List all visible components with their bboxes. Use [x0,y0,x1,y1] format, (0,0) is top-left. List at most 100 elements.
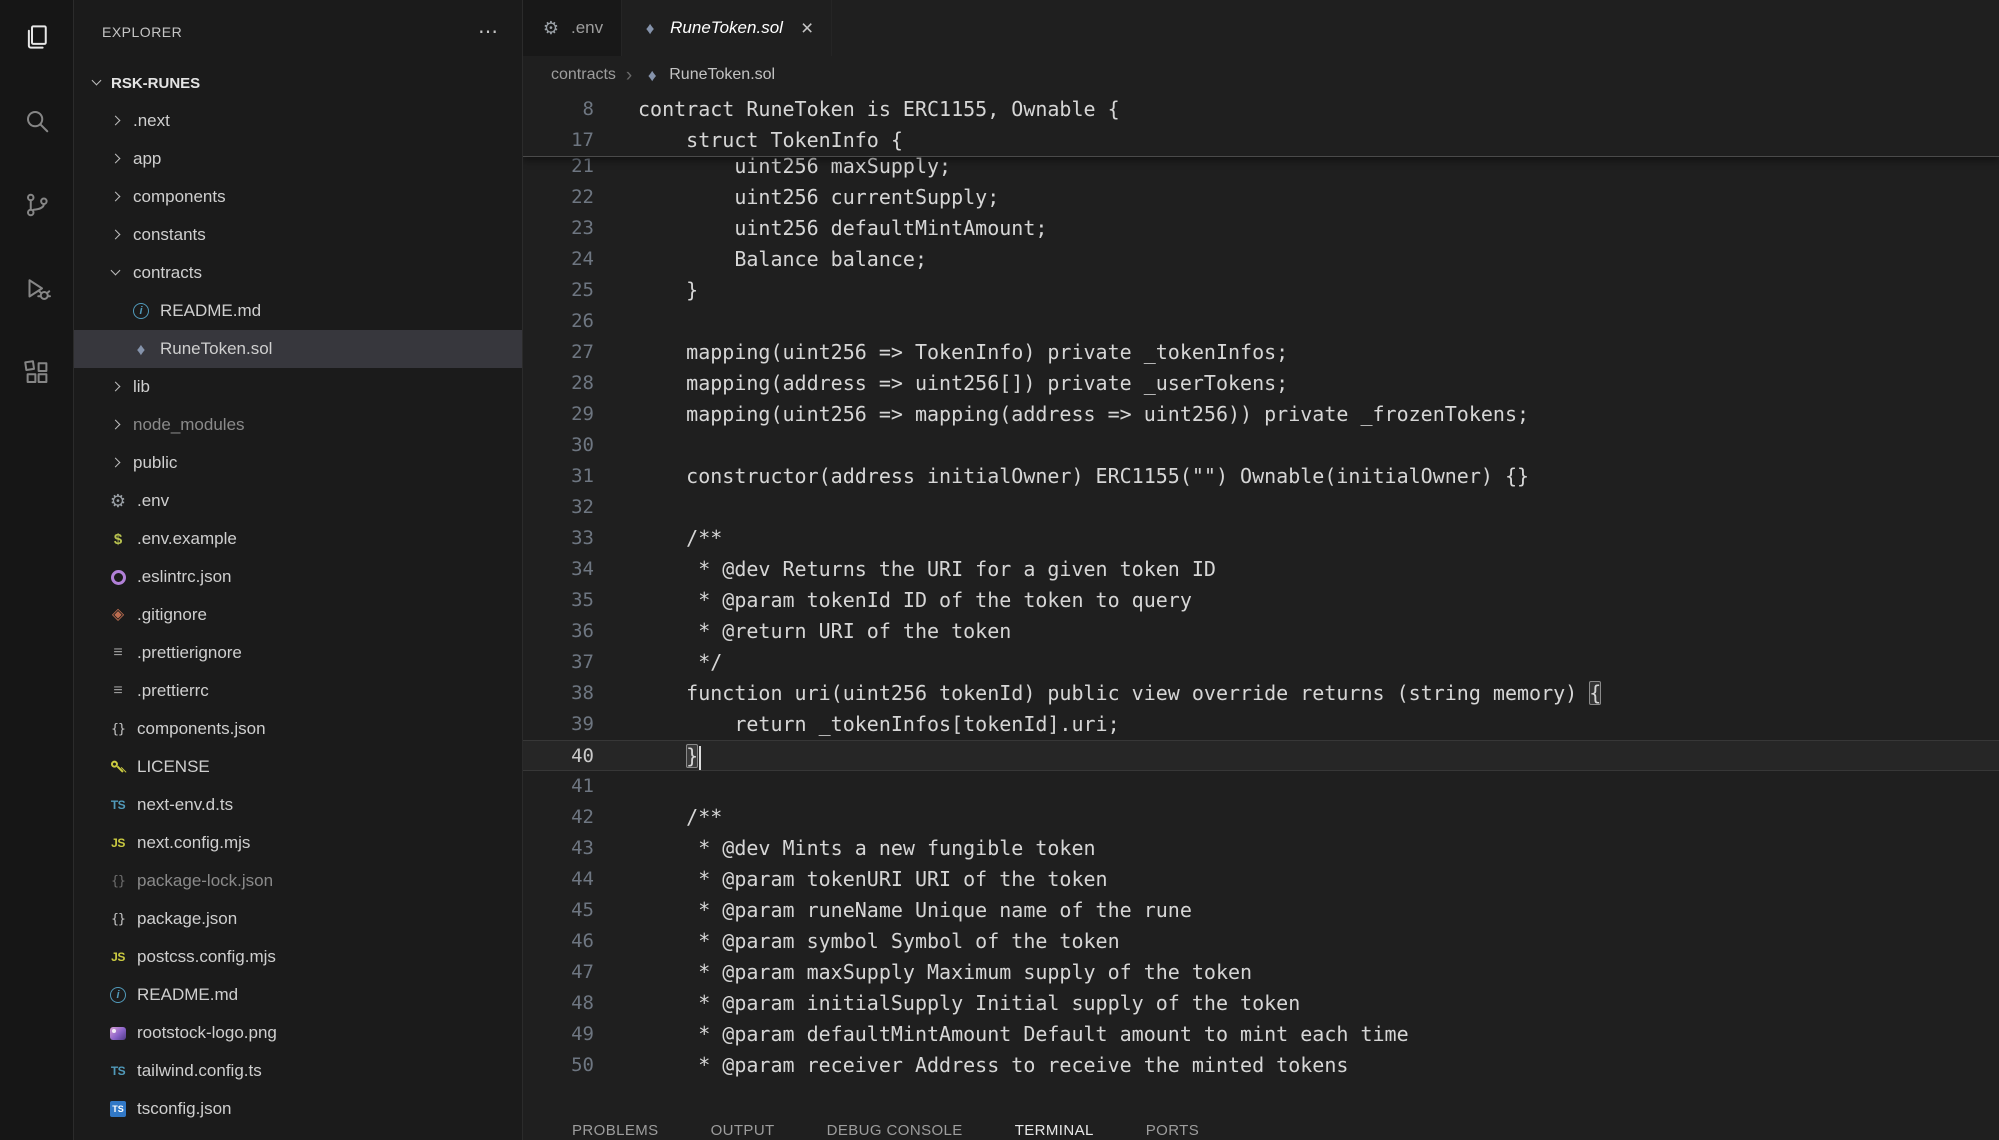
line-number[interactable]: 37 [523,647,638,678]
line-number[interactable]: 45 [523,895,638,926]
file-item-package-json[interactable]: {}package.json [74,900,522,938]
file-item-tsconfig-json[interactable]: TStsconfig.json [74,1090,522,1128]
code-line-50[interactable]: 50 * @param receiver Address to receive … [523,1050,1999,1081]
line-number[interactable]: 38 [523,678,638,709]
file-item-rootstock-logo-png[interactable]: rootstock-logo.png [74,1014,522,1052]
file-item-components-json[interactable]: {}components.json [74,710,522,748]
folder-item-node-modules[interactable]: node_modules [74,406,522,444]
line-number[interactable]: 17 [523,125,638,156]
breadcrumb-item-runetoken-sol[interactable]: ♦RuneToken.sol [642,65,775,85]
folder-item-app[interactable]: app [74,140,522,178]
line-number[interactable]: 25 [523,275,638,306]
breadcrumb-item-contracts[interactable]: contracts [551,66,616,84]
extensions-activity-button[interactable] [20,358,54,392]
code-line-39[interactable]: 39 return _tokenInfos[tokenId].uri; [523,709,1999,740]
folder-item-lib[interactable]: lib [74,368,522,406]
line-number[interactable]: 41 [523,771,638,802]
file-item-env-example[interactable]: $.env.example [74,520,522,558]
line-number[interactable]: 30 [523,430,638,461]
line-number[interactable]: 48 [523,988,638,1019]
code-area[interactable]: 21 uint256 maxSupply;22 uint256 currentS… [523,94,1999,1109]
line-number[interactable]: 22 [523,182,638,213]
panel-tab-output[interactable]: OUTPUT [709,1109,777,1140]
code-line-36[interactable]: 36 * @return URI of the token [523,616,1999,647]
line-number[interactable]: 31 [523,461,638,492]
line-number[interactable]: 33 [523,523,638,554]
line-number[interactable]: 39 [523,709,638,740]
code-line-34[interactable]: 34 * @dev Returns the URI for a given to… [523,554,1999,585]
code-line-30[interactable]: 30 [523,430,1999,461]
line-number[interactable]: 26 [523,306,638,337]
code-line-37[interactable]: 37 */ [523,647,1999,678]
code-line-28[interactable]: 28 mapping(address => uint256[]) private… [523,368,1999,399]
folder-item-components[interactable]: components [74,178,522,216]
explorer-activity-button[interactable] [20,22,54,56]
more-actions-icon[interactable]: ⋯ [478,22,498,42]
source-control-activity-button[interactable] [20,190,54,224]
code-line-22[interactable]: 22 uint256 currentSupply; [523,182,1999,213]
line-number[interactable]: 28 [523,368,638,399]
code-line-48[interactable]: 48 * @param initialSupply Initial supply… [523,988,1999,1019]
panel-tab-debug-console[interactable]: DEBUG CONSOLE [825,1109,965,1140]
file-item-eslintrc-json[interactable]: .eslintrc.json [74,558,522,596]
line-number[interactable]: 50 [523,1050,638,1081]
code-line-27[interactable]: 27 mapping(uint256 => TokenInfo) private… [523,337,1999,368]
file-item-next-env-d-ts[interactable]: TSnext-env.d.ts [74,786,522,824]
run-debug-activity-button[interactable] [20,274,54,308]
folder-item-next[interactable]: .next [74,102,522,140]
code-line-33[interactable]: 33 /** [523,523,1999,554]
panel-tab-problems[interactable]: PROBLEMS [570,1109,661,1140]
file-item-readme-md[interactable]: iREADME.md [74,292,522,330]
panel-tab-terminal[interactable]: TERMINAL [1013,1109,1096,1140]
line-number[interactable]: 44 [523,864,638,895]
file-item-prettierrc[interactable]: ≡.prettierrc [74,672,522,710]
code-line-8[interactable]: 8contract RuneToken is ERC1155, Ownable … [523,94,1999,125]
tab-env[interactable]: ⚙.env [523,0,622,56]
line-number[interactable]: 43 [523,833,638,864]
line-number[interactable]: 8 [523,94,638,125]
file-item-prettierignore[interactable]: ≡.prettierignore [74,634,522,672]
line-number[interactable]: 23 [523,213,638,244]
file-item-env[interactable]: ⚙.env [74,482,522,520]
line-number[interactable]: 36 [523,616,638,647]
code-line-25[interactable]: 25 } [523,275,1999,306]
panel-tab-ports[interactable]: PORTS [1144,1109,1201,1140]
code-line-24[interactable]: 24 Balance balance; [523,244,1999,275]
code-line-49[interactable]: 49 * @param defaultMintAmount Default am… [523,1019,1999,1050]
line-number[interactable]: 46 [523,926,638,957]
code-line-42[interactable]: 42 /** [523,802,1999,833]
search-activity-button[interactable] [20,106,54,140]
line-number[interactable]: 27 [523,337,638,368]
line-number[interactable]: 35 [523,585,638,616]
file-item-readme-md[interactable]: iREADME.md [74,976,522,1014]
code-line-47[interactable]: 47 * @param maxSupply Maximum supply of … [523,957,1999,988]
code-line-38[interactable]: 38 function uri(uint256 tokenId) public … [523,678,1999,709]
file-item-next-config-mjs[interactable]: JSnext.config.mjs [74,824,522,862]
folder-item-contracts[interactable]: contracts [74,254,522,292]
code-line-43[interactable]: 43 * @dev Mints a new fungible token [523,833,1999,864]
line-number[interactable]: 49 [523,1019,638,1050]
code-line-40[interactable]: 40 } [523,740,1999,771]
line-number[interactable]: 32 [523,492,638,523]
file-item-tailwind-config-ts[interactable]: TStailwind.config.ts [74,1052,522,1090]
line-number[interactable]: 29 [523,399,638,430]
file-item-license[interactable]: LICENSE [74,748,522,786]
code-line-17[interactable]: 17 struct TokenInfo { [523,125,1999,156]
file-item-postcss-config-mjs[interactable]: JSpostcss.config.mjs [74,938,522,976]
line-number[interactable]: 24 [523,244,638,275]
code-line-29[interactable]: 29 mapping(uint256 => mapping(address =>… [523,399,1999,430]
code-line-41[interactable]: 41 [523,771,1999,802]
code-line-45[interactable]: 45 * @param runeName Unique name of the … [523,895,1999,926]
file-item-package-lock-json[interactable]: {}package-lock.json [74,862,522,900]
line-number[interactable]: 40 [523,741,638,770]
folder-item-public[interactable]: public [74,444,522,482]
code-line-26[interactable]: 26 [523,306,1999,337]
tree-root-rsk-runes[interactable]: RSK-RUNES [74,64,522,102]
line-number[interactable]: 42 [523,802,638,833]
code-line-23[interactable]: 23 uint256 defaultMintAmount; [523,213,1999,244]
line-number[interactable]: 47 [523,957,638,988]
folder-item-constants[interactable]: constants [74,216,522,254]
code-line-31[interactable]: 31 constructor(address initialOwner) ERC… [523,461,1999,492]
close-icon[interactable]: × [801,18,813,39]
file-item-runetoken-sol[interactable]: ♦RuneToken.sol [74,330,522,368]
